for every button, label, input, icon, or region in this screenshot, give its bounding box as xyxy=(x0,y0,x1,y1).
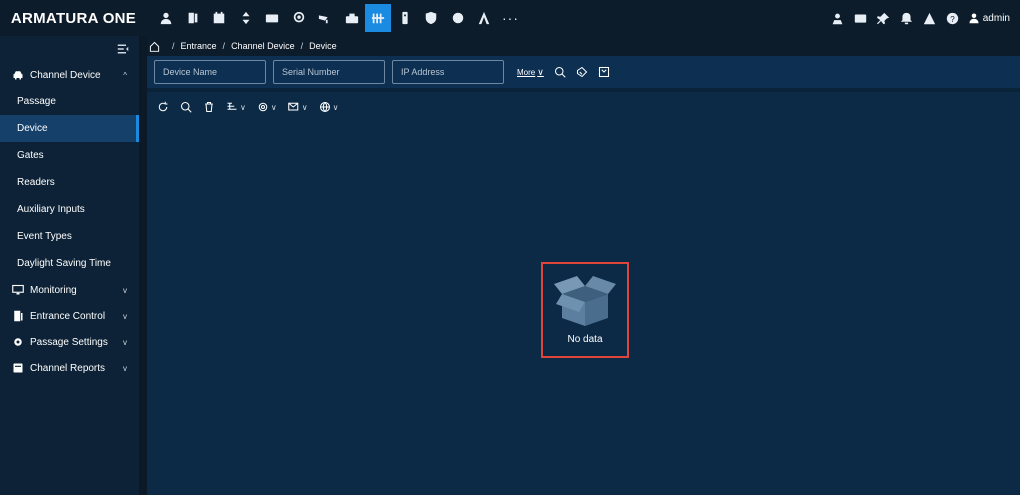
action-toolbar: ∨ ∨ ∨ ∨ xyxy=(147,96,1020,118)
view-info-dropdown[interactable]: ∨ xyxy=(287,101,308,113)
alarm-bell-icon[interactable] xyxy=(897,8,916,28)
empty-box-icon xyxy=(554,276,616,326)
more-filters-button[interactable]: More ∨ xyxy=(517,67,544,78)
device-control-dropdown[interactable]: ∨ xyxy=(226,101,246,113)
refresh-icon[interactable] xyxy=(157,101,169,113)
device-name-input[interactable]: Device Name xyxy=(154,60,266,84)
camera-icon[interactable] xyxy=(312,4,338,32)
app-window: ARMATURA ONE ··· ? admin Channel Device … xyxy=(0,0,1020,495)
delete-icon[interactable] xyxy=(203,101,215,113)
breadcrumb-item[interactable]: Entrance xyxy=(181,41,217,51)
module-bar: ··· xyxy=(153,0,524,36)
search-icon[interactable] xyxy=(180,101,192,113)
map-user-icon[interactable] xyxy=(828,8,847,28)
svg-text:?: ? xyxy=(950,14,955,23)
chevron-down-icon: v xyxy=(123,311,127,321)
clear-filter-icon[interactable] xyxy=(576,66,588,78)
badge-icon[interactable] xyxy=(445,4,471,32)
breadcrumb-separator: / xyxy=(172,41,175,51)
filter-bar: Device Name Serial Number IP Address Mor… xyxy=(147,56,1020,92)
collapse-menu-icon xyxy=(117,44,129,54)
gear-icon xyxy=(14,338,22,346)
save-filter-icon[interactable] xyxy=(598,66,610,78)
top-bar: ARMATURA ONE ··· ? admin xyxy=(0,0,1020,36)
sidebar-group-label: Channel Device xyxy=(30,69,101,81)
gear-icon xyxy=(258,102,268,112)
location-pin-icon[interactable] xyxy=(286,4,312,32)
sidebar-group-label: Channel Reports xyxy=(30,362,106,374)
serial-number-input[interactable]: Serial Number xyxy=(273,60,385,84)
sidebar-group-monitoring[interactable]: Monitoring v xyxy=(0,277,139,303)
chevron-down-icon: v xyxy=(123,363,127,373)
sidebar: Channel Device ^ Passage Device Gates Re… xyxy=(0,36,140,495)
sidebar-group-channel-device[interactable]: Channel Device ^ xyxy=(0,62,139,88)
intercom-icon[interactable] xyxy=(392,4,418,32)
elevator-icon[interactable] xyxy=(233,4,259,32)
header-tools: ? admin xyxy=(824,0,1010,36)
ip-address-input[interactable]: IP Address xyxy=(392,60,504,84)
sidebar-item-readers[interactable]: Readers xyxy=(0,169,139,196)
more-dots-icon[interactable]: ··· xyxy=(498,4,524,32)
help-icon[interactable]: ? xyxy=(943,8,962,28)
sidebar-item-daylight-saving-time[interactable]: Daylight Saving Time xyxy=(0,250,139,277)
chevron-down-icon: ∨ xyxy=(301,102,308,112)
id-card-icon[interactable] xyxy=(851,8,870,28)
pin-icon[interactable] xyxy=(874,8,893,28)
sidebar-group-label: Entrance Control xyxy=(30,310,106,322)
sidebar-group-entrance-control[interactable]: Entrance Control v xyxy=(0,303,139,329)
network-dropdown[interactable]: ∨ xyxy=(319,101,339,113)
home-icon[interactable] xyxy=(149,41,160,52)
more-label: More xyxy=(517,67,536,77)
sidebar-group-passage-settings[interactable]: Passage Settings v xyxy=(0,329,139,355)
main-content: / Entrance / Channel Device / Device Dev… xyxy=(147,36,1020,495)
sidebar-item-device[interactable]: Device xyxy=(0,115,139,142)
sidebar-item-event-types[interactable]: Event Types xyxy=(0,223,139,250)
breadcrumb-item-current: Device xyxy=(309,41,337,51)
settings-dropdown[interactable]: ∨ xyxy=(257,101,277,113)
attendance-icon[interactable] xyxy=(206,4,232,32)
username: admin xyxy=(982,12,1010,24)
car-icon xyxy=(13,71,23,80)
chevron-down-icon: ∨ xyxy=(240,102,246,112)
personnel-icon[interactable] xyxy=(153,4,179,32)
breadcrumb-separator: / xyxy=(300,41,304,51)
armatura-a-icon[interactable] xyxy=(471,4,497,32)
access-door-icon[interactable] xyxy=(180,4,206,32)
shield-icon[interactable] xyxy=(418,4,444,32)
patrol-icon[interactable] xyxy=(339,4,365,32)
search-icon[interactable] xyxy=(554,66,566,78)
chevron-down-icon: ∨ xyxy=(537,66,544,77)
report-icon xyxy=(13,363,23,373)
sidebar-group-channel-reports[interactable]: Channel Reports v xyxy=(0,355,139,381)
warning-icon[interactable] xyxy=(920,8,939,28)
sidebar-collapse-button[interactable] xyxy=(0,36,139,62)
sidebar-item-auxiliary-inputs[interactable]: Auxiliary Inputs xyxy=(0,196,139,223)
mail-search-icon xyxy=(287,102,298,111)
chevron-up-icon: ^ xyxy=(123,70,127,80)
chevron-down-icon: ∨ xyxy=(270,102,277,112)
device-tree-icon xyxy=(227,102,237,110)
user-icon xyxy=(969,13,979,24)
empty-state-text: No data xyxy=(567,334,603,345)
chevron-down-icon: ∨ xyxy=(332,102,339,112)
breadcrumb: / Entrance / Channel Device / Device xyxy=(147,36,1020,56)
sidebar-item-gates[interactable]: Gates xyxy=(0,142,139,169)
breadcrumb-separator: / xyxy=(222,41,226,51)
sidebar-group-label: Passage Settings xyxy=(30,336,108,348)
empty-state: No data xyxy=(541,262,629,358)
breadcrumb-item[interactable]: Channel Device xyxy=(231,41,295,51)
chevron-down-icon: v xyxy=(123,337,127,347)
monitor-icon xyxy=(12,284,24,295)
visitor-card-icon[interactable] xyxy=(259,4,285,32)
user-menu[interactable]: admin xyxy=(968,12,1010,24)
app-logo[interactable]: ARMATURA ONE xyxy=(0,0,147,36)
door-icon xyxy=(14,310,23,322)
globe-icon xyxy=(319,101,330,113)
channel-gate-icon[interactable] xyxy=(365,4,391,32)
chevron-down-icon: v xyxy=(123,285,127,295)
sidebar-group-label: Monitoring xyxy=(30,284,77,296)
sidebar-item-passage[interactable]: Passage xyxy=(0,88,139,115)
